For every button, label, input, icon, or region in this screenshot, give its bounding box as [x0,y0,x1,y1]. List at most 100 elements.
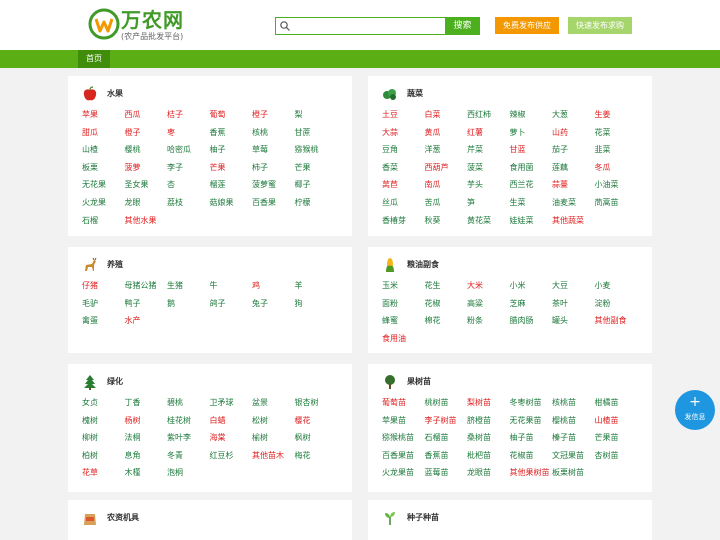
category-link[interactable]: 毛驴 [82,298,98,309]
category-link[interactable]: 杏树苗 [595,450,619,461]
category-link[interactable]: 其他水果 [125,215,157,226]
category-link[interactable]: 牛 [210,280,218,291]
category-link[interactable]: 狗 [295,298,303,309]
category-link[interactable]: 蜂蜜 [382,315,398,326]
category-link[interactable]: 桑树苗 [467,432,491,443]
category-link[interactable]: 西葫芦 [425,162,449,173]
category-link[interactable]: 柳树 [82,432,98,443]
category-link[interactable]: 木槿 [125,467,141,478]
category-link[interactable]: 芒果苗 [595,432,619,443]
category-link[interactable]: 白蜡 [210,415,226,426]
category-link[interactable]: 甘蔗 [295,127,311,138]
category-link[interactable]: 海棠 [210,432,226,443]
category-link[interactable]: 荔枝 [167,197,183,208]
category-link[interactable]: 其他苗木 [252,450,284,461]
category-link[interactable]: 芒果 [210,162,226,173]
category-link[interactable]: 榆树 [252,432,268,443]
category-link[interactable]: 萝卜 [510,127,526,138]
category-link[interactable]: 食用菌 [510,162,534,173]
category-link[interactable]: 芒果 [295,162,311,173]
category-link[interactable]: 甘蓝 [510,144,526,155]
category-link[interactable]: 枫树 [295,432,311,443]
category-link[interactable]: 茶叶 [552,298,568,309]
category-link[interactable]: 娃娃菜 [510,215,534,226]
category-link[interactable]: 杏 [167,179,175,190]
category-link[interactable]: 樱桃 [125,144,141,155]
category-link[interactable]: 哈密瓜 [167,144,191,155]
category-link[interactable]: 桂花树 [167,415,191,426]
category-link[interactable]: 板栗树苗 [552,467,584,478]
category-link[interactable]: 梨 [295,109,303,120]
category-link[interactable]: 橙子 [125,127,141,138]
category-link[interactable]: 香蕉苗 [425,450,449,461]
category-link[interactable]: 南瓜 [425,179,441,190]
category-link[interactable]: 冬青 [167,450,183,461]
category-link[interactable]: 女贞 [82,397,98,408]
category-link[interactable]: 卫矛球 [210,397,234,408]
category-link[interactable]: 笋 [467,197,475,208]
category-link[interactable]: 粉条 [467,315,483,326]
category-link[interactable]: 核桃苗 [552,397,576,408]
category-link[interactable]: 樱桃苗 [552,415,576,426]
category-link[interactable]: 柑橘苗 [595,397,619,408]
category-link[interactable]: 小油菜 [595,179,619,190]
category-link[interactable]: 葡萄 [210,109,226,120]
category-link[interactable]: 板栗 [82,162,98,173]
category-link[interactable]: 梨树苗 [467,397,491,408]
category-link[interactable]: 水产 [125,315,141,326]
category-link[interactable]: 草莓 [252,144,268,155]
category-link[interactable]: 脐橙苗 [467,415,491,426]
category-link[interactable]: 百香果 [252,197,276,208]
category-link[interactable]: 韭菜 [595,144,611,155]
category-link[interactable]: 枇杷苗 [467,450,491,461]
category-link[interactable]: 花生 [425,280,441,291]
category-link[interactable]: 橙子 [252,109,268,120]
category-link[interactable]: 榛子苗 [552,432,576,443]
category-link[interactable]: 仔猪 [82,280,98,291]
category-link[interactable]: 其他副食 [595,315,627,326]
category-link[interactable]: 榴莲 [210,179,226,190]
category-link[interactable]: 柠檬 [295,197,311,208]
category-link[interactable]: 苹果 [82,109,98,120]
category-link[interactable]: 香蕉 [210,127,226,138]
category-link[interactable]: 鸡 [252,280,260,291]
category-link[interactable]: 银杏树 [295,397,319,408]
publish-supply-button[interactable]: 免费发布供应 [495,17,559,34]
category-link[interactable]: 生猪 [167,280,183,291]
category-link[interactable]: 柚子苗 [510,432,534,443]
category-link[interactable]: 柏树 [82,450,98,461]
category-link[interactable]: 罐头 [552,315,568,326]
category-link[interactable]: 红豆杉 [210,450,234,461]
category-link[interactable]: 梅花 [295,450,311,461]
category-link[interactable]: 山楂苗 [595,415,619,426]
category-link[interactable]: 腊肉肠 [510,315,534,326]
category-link[interactable]: 丝瓜 [382,197,398,208]
category-link[interactable]: 火龙果 [82,197,106,208]
category-link[interactable]: 鸭子 [125,298,141,309]
category-link[interactable]: 莲藕 [552,162,568,173]
category-link[interactable]: 柚子 [210,144,226,155]
category-link[interactable]: 小米 [510,280,526,291]
category-link[interactable]: 西红柿 [467,109,491,120]
category-link[interactable]: 黄瓜 [425,127,441,138]
category-link[interactable]: 食用油 [382,333,406,344]
category-link[interactable]: 无花果苗 [510,415,542,426]
category-link[interactable]: 白菜 [425,109,441,120]
category-link[interactable]: 花草 [82,467,98,478]
category-link[interactable]: 枣 [167,127,175,138]
category-link[interactable]: 百香果苗 [382,450,414,461]
category-link[interactable]: 花椒 [425,298,441,309]
category-link[interactable]: 龙眼 [125,197,141,208]
category-link[interactable]: 玉米 [382,280,398,291]
category-link[interactable]: 苦瓜 [425,197,441,208]
category-link[interactable]: 火龙果苗 [382,467,414,478]
category-link[interactable]: 茄子 [552,144,568,155]
category-link[interactable]: 碧桃 [167,397,183,408]
search-button[interactable]: 搜索 [445,17,480,35]
category-link[interactable]: 生姜 [595,109,611,120]
category-link[interactable]: 禽蛋 [82,315,98,326]
category-link[interactable]: 紫叶李 [167,432,191,443]
category-link[interactable]: 花菜 [595,127,611,138]
category-link[interactable]: 西瓜 [125,109,141,120]
category-link[interactable]: 鸽子 [210,298,226,309]
